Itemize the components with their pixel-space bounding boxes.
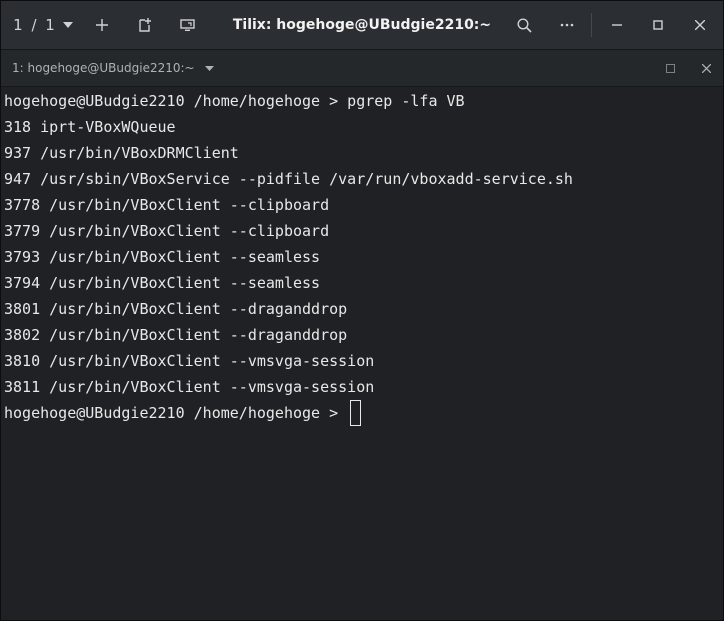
minimize-icon bbox=[612, 24, 622, 26]
new-tab-icon bbox=[138, 18, 152, 32]
close-icon bbox=[701, 63, 711, 73]
session-switcher-button[interactable]: 1 / 1 bbox=[9, 1, 77, 49]
terminal-line: 3811 /usr/bin/VBoxClient --vmsvga-sessio… bbox=[4, 378, 375, 396]
terminal-prompt-line: hogehoge@UBudgie2210 /home/hogehoge > bbox=[4, 399, 362, 426]
terminal-close-button[interactable] bbox=[695, 50, 717, 86]
sync-input-button[interactable] bbox=[172, 1, 202, 49]
terminal-line: 318 iprt-VBoxWQueue bbox=[4, 118, 176, 136]
terminal-line: 3794 /usr/bin/VBoxClient --seamless bbox=[4, 274, 321, 292]
terminal-line: 947 /usr/sbin/VBoxService --pidfile /var… bbox=[4, 170, 573, 188]
add-session-button[interactable] bbox=[130, 1, 160, 49]
maximize-icon bbox=[653, 20, 663, 30]
terminal-line: 937 /usr/bin/VBoxDRMClient bbox=[4, 144, 239, 162]
add-terminal-button[interactable] bbox=[87, 1, 117, 49]
terminal-cursor bbox=[350, 399, 362, 426]
maximize-icon bbox=[665, 63, 675, 73]
terminal-maximize-button[interactable] bbox=[659, 50, 681, 86]
maximize-button[interactable] bbox=[643, 1, 673, 49]
chevron-down-icon bbox=[204, 65, 214, 71]
minimize-button[interactable] bbox=[602, 1, 632, 49]
terminal-title-button[interactable]: 1: hogehoge@UBudgie2210:~ bbox=[12, 50, 214, 86]
session-count: 1 / 1 bbox=[13, 16, 57, 34]
menu-button[interactable] bbox=[552, 1, 582, 49]
terminal-output[interactable]: hogehoge@UBudgie2210 /home/hogehoge > pg… bbox=[1, 87, 723, 620]
header-bar: 1 / 1 Tilix: hogehoge@UBudgie2210:~ bbox=[1, 1, 723, 50]
terminal-title-label: 1: hogehoge@UBudgie2210:~ bbox=[12, 61, 195, 75]
search-button[interactable] bbox=[509, 1, 539, 49]
terminal-line: 3793 /usr/bin/VBoxClient --seamless bbox=[4, 248, 321, 266]
plus-icon bbox=[96, 19, 108, 31]
terminal-line: 3801 /usr/bin/VBoxClient --draganddrop bbox=[4, 300, 348, 318]
tilix-window: 1 / 1 Tilix: hogehoge@UBudgie2210:~ 1: h… bbox=[0, 0, 724, 621]
terminal-line: 3810 /usr/bin/VBoxClient --vmsvga-sessio… bbox=[4, 352, 375, 370]
terminal-line: 3802 /usr/bin/VBoxClient --draganddrop bbox=[4, 326, 348, 344]
terminal-line: 3779 /usr/bin/VBoxClient --clipboard bbox=[4, 222, 330, 240]
window-title: Tilix: hogehoge@UBudgie2210:~ bbox=[232, 17, 492, 33]
terminal-line: 3778 /usr/bin/VBoxClient --clipboard bbox=[4, 196, 330, 214]
close-window-button[interactable] bbox=[685, 1, 715, 49]
close-icon bbox=[695, 20, 705, 30]
monitor-icon bbox=[179, 19, 195, 31]
terminal-title-bar: 1: hogehoge@UBudgie2210:~ bbox=[1, 50, 723, 87]
terminal-line: hogehoge@UBudgie2210 /home/hogehoge > pg… bbox=[4, 92, 465, 110]
search-icon bbox=[516, 17, 532, 33]
terminal-prompt: hogehoge@UBudgie2210 /home/hogehoge > bbox=[4, 404, 348, 422]
chevron-down-icon bbox=[62, 22, 73, 28]
header-separator bbox=[591, 13, 592, 37]
ellipsis-icon bbox=[560, 23, 574, 27]
